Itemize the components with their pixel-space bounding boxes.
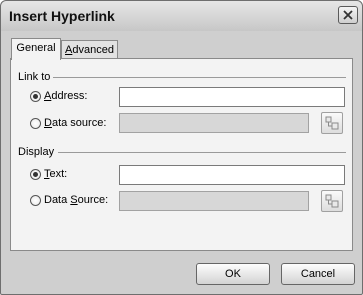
display-data-source-browse-button[interactable] [321, 190, 343, 212]
address-input[interactable] [119, 87, 345, 107]
link-to-heading: Link to [18, 71, 51, 83]
data-source-picker-icon [325, 116, 339, 130]
dialog-title: Insert Hyperlink [9, 8, 115, 24]
ok-button[interactable]: OK [196, 263, 270, 285]
display-data-source-input[interactable] [119, 191, 309, 211]
tab-advanced[interactable]: Advanced [61, 40, 118, 59]
close-button[interactable] [338, 6, 358, 24]
display-heading: Display [18, 146, 55, 158]
link-data-source-input[interactable] [119, 113, 309, 133]
address-label: Address: [44, 90, 88, 102]
display-divider [58, 152, 346, 153]
cancel-button[interactable]: Cancel [281, 263, 355, 285]
display-data-source-label: Data Source: [44, 194, 109, 206]
close-x-icon [343, 10, 353, 20]
data-source-picker-icon [325, 194, 339, 208]
tab-general-label: General [16, 42, 56, 54]
display-data-source-radio[interactable] [30, 195, 41, 206]
insert-hyperlink-dialog: Insert Hyperlink General Advanced Link t… [0, 0, 363, 295]
link-data-source-browse-button[interactable] [321, 112, 343, 134]
tab-general[interactable]: General [11, 38, 61, 60]
link-data-source-radio[interactable] [30, 118, 41, 129]
address-radio[interactable] [30, 91, 41, 102]
link-to-divider [53, 77, 346, 78]
link-data-source-label: Data source: [44, 117, 107, 129]
text-radio[interactable] [30, 169, 41, 180]
title-bar: Insert Hyperlink [1, 1, 362, 31]
text-label: Text: [44, 168, 68, 180]
text-input[interactable] [119, 165, 345, 185]
